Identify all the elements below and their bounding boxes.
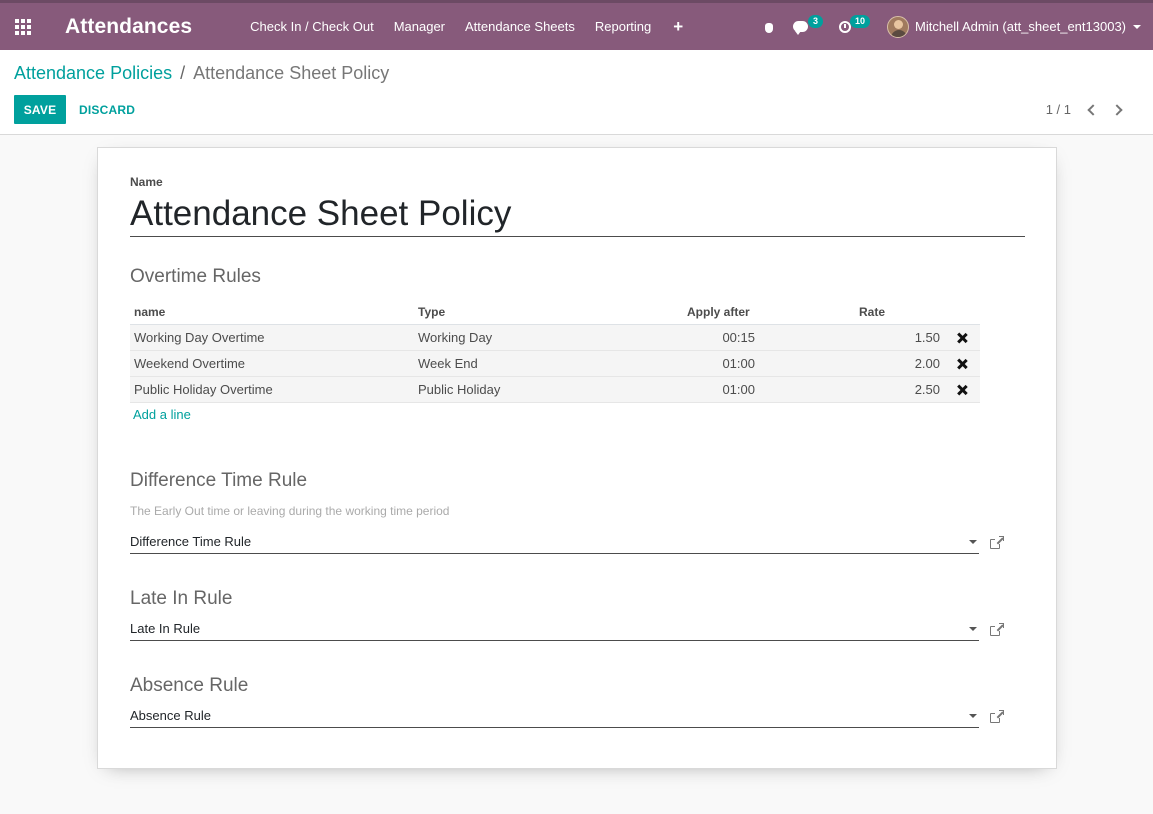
external-link-icon[interactable] bbox=[990, 623, 1004, 636]
breadcrumb: Attendance Policies / Attendance Sheet P… bbox=[14, 63, 389, 84]
overtime-rules-table: name Type Apply after Rate Working Day O… bbox=[130, 300, 980, 403]
messages-badge: 3 bbox=[807, 15, 823, 28]
menu-attendance-sheets[interactable]: Attendance Sheets bbox=[455, 3, 585, 50]
late-in-rule-value: Late In Rule bbox=[130, 621, 201, 636]
column-header-type[interactable]: Type bbox=[414, 300, 614, 325]
pager: 1 / 1 bbox=[1046, 95, 1129, 124]
form-sheet: Name Attendance Sheet Policy Overtime Ru… bbox=[97, 147, 1057, 769]
debug-button[interactable] bbox=[754, 3, 784, 50]
cell-type[interactable]: Week End bbox=[414, 349, 614, 377]
difference-time-rule-value: Difference Time Rule bbox=[130, 534, 252, 549]
chat-icon bbox=[792, 21, 808, 35]
table-row[interactable]: Public Holiday Overtime Public Holiday 0… bbox=[130, 375, 980, 403]
overtime-rules-title: Overtime Rules bbox=[130, 266, 261, 287]
column-header-apply-after[interactable]: Apply after bbox=[614, 300, 759, 325]
breadcrumb-parent[interactable]: Attendance Policies bbox=[14, 63, 172, 84]
absence-rule-title: Absence Rule bbox=[130, 675, 249, 696]
cell-rate[interactable]: 1.50 bbox=[759, 323, 944, 351]
bug-icon bbox=[763, 21, 775, 33]
menu-manager[interactable]: Manager bbox=[384, 3, 455, 50]
late-in-rule-field[interactable]: Late In Rule bbox=[130, 617, 979, 641]
menu-check-in-out[interactable]: Check In / Check Out bbox=[240, 3, 384, 50]
cell-rate[interactable]: 2.50 bbox=[759, 375, 944, 403]
delete-row-button[interactable] bbox=[944, 323, 980, 351]
activities-badge: 10 bbox=[849, 15, 870, 28]
avatar bbox=[886, 15, 909, 38]
cell-apply-after[interactable]: 00:15 bbox=[614, 323, 759, 351]
cell-type[interactable]: Working Day bbox=[414, 323, 614, 351]
top-navbar: Attendances Check In / Check Out Manager… bbox=[0, 0, 1153, 50]
main-menu: Check In / Check Out Manager Attendance … bbox=[240, 3, 695, 50]
save-button[interactable]: SAVE bbox=[14, 95, 66, 124]
caret-down-icon[interactable] bbox=[969, 540, 977, 544]
close-icon bbox=[957, 385, 967, 395]
difference-time-rule-field[interactable]: Difference Time Rule bbox=[130, 530, 979, 554]
close-icon bbox=[957, 359, 967, 369]
cell-name[interactable]: Public Holiday Overtime bbox=[130, 375, 414, 403]
plus-icon[interactable]: + bbox=[661, 17, 695, 37]
absence-rule-value: Absence Rule bbox=[130, 708, 211, 723]
name-field[interactable]: Attendance Sheet Policy bbox=[130, 192, 1025, 237]
difference-time-rule-title: Difference Time Rule bbox=[130, 470, 308, 491]
caret-down-icon[interactable] bbox=[969, 627, 977, 631]
cell-rate[interactable]: 2.00 bbox=[759, 349, 944, 377]
name-label: Name bbox=[130, 175, 163, 189]
delete-row-button[interactable] bbox=[944, 375, 980, 403]
external-link-icon[interactable] bbox=[990, 710, 1004, 723]
breadcrumb-separator: / bbox=[180, 63, 186, 83]
grid-icon bbox=[15, 18, 31, 35]
user-name: Mitchell Admin (att_sheet_ent13003) bbox=[914, 19, 1126, 34]
close-icon bbox=[957, 333, 967, 343]
column-header-name[interactable]: name bbox=[130, 300, 414, 325]
cell-name[interactable]: Working Day Overtime bbox=[130, 323, 414, 351]
control-panel: Attendance Policies / Attendance Sheet P… bbox=[0, 50, 1153, 135]
breadcrumb-current: Attendance Sheet Policy bbox=[193, 63, 390, 83]
caret-down-icon[interactable] bbox=[969, 714, 977, 718]
column-header-rate[interactable]: Rate bbox=[759, 300, 944, 325]
cell-apply-after[interactable]: 01:00 bbox=[614, 375, 759, 403]
discard-button[interactable]: DISCARD bbox=[79, 95, 135, 124]
late-in-rule-title: Late In Rule bbox=[130, 588, 233, 609]
chevron-left-icon[interactable] bbox=[1087, 103, 1099, 116]
chevron-right-icon[interactable] bbox=[1111, 103, 1123, 116]
app-title[interactable]: Attendances bbox=[65, 15, 192, 39]
cell-name[interactable]: Weekend Overtime bbox=[130, 349, 414, 377]
cell-type[interactable]: Public Holiday bbox=[414, 375, 614, 403]
external-link-icon[interactable] bbox=[990, 536, 1004, 549]
user-menu[interactable]: Mitchell Admin (att_sheet_ent13003) bbox=[881, 3, 1153, 50]
table-row[interactable]: Weekend Overtime Week End 01:00 2.00 bbox=[130, 349, 980, 377]
delete-row-button[interactable] bbox=[944, 349, 980, 377]
table-row[interactable]: Working Day Overtime Working Day 00:15 1… bbox=[130, 323, 980, 351]
pager-value[interactable]: 1 / 1 bbox=[1046, 102, 1071, 117]
add-line-link[interactable]: Add a line bbox=[133, 407, 191, 422]
apps-menu-button[interactable] bbox=[0, 3, 46, 50]
cell-apply-after[interactable]: 01:00 bbox=[614, 349, 759, 377]
column-header-delete bbox=[944, 300, 980, 325]
messaging-button[interactable]: 3 bbox=[784, 3, 830, 50]
caret-down-icon bbox=[1133, 24, 1141, 29]
activities-button[interactable]: 10 bbox=[830, 3, 881, 50]
menu-reporting[interactable]: Reporting bbox=[585, 3, 661, 50]
systray: 3 10 Mitchell Admin (att_sheet_ent13003) bbox=[754, 3, 1153, 50]
difference-time-rule-hint: The Early Out time or leaving during the… bbox=[130, 504, 450, 518]
absence-rule-field[interactable]: Absence Rule bbox=[130, 704, 979, 728]
